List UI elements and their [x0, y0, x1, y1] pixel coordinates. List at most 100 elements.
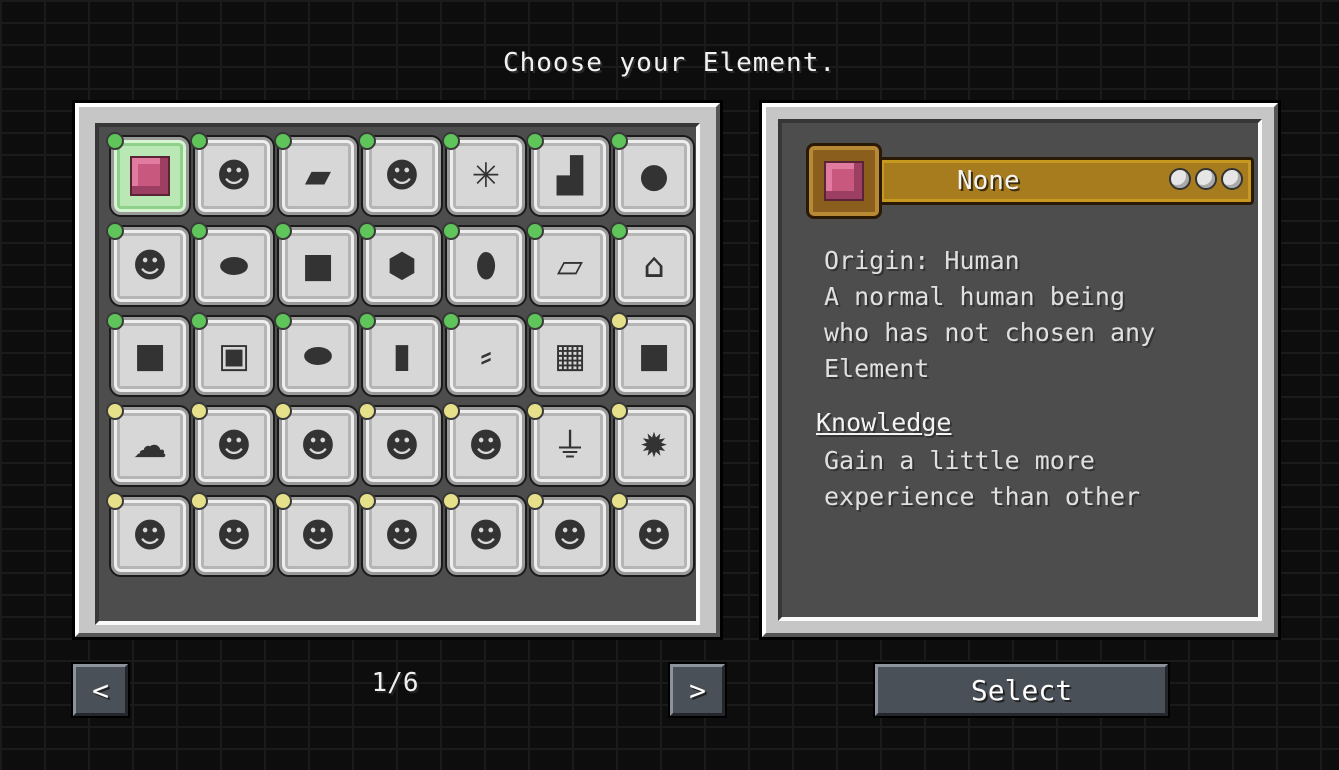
availability-dot-icon: [190, 132, 208, 150]
description-line: Element: [824, 354, 930, 383]
element-slot[interactable]: ⬮: [442, 222, 525, 305]
ice-block-icon: ■: [301, 246, 335, 286]
availability-dot-icon: [106, 492, 124, 510]
purple-book-icon: ▰: [304, 156, 332, 196]
element-slot[interactable]: ✹: [610, 402, 693, 485]
elf-woman-portrait-icon: ☻: [384, 516, 420, 556]
dark-altar-icon: ▟: [556, 156, 584, 196]
element-slot[interactable]: ☻: [190, 402, 273, 485]
availability-dot-icon: [190, 312, 208, 330]
purple-imp-portrait-icon: ☻: [216, 516, 252, 556]
element-info-inner: None Origin: Human A normal human being …: [778, 119, 1262, 621]
element-grid: ☻ ▰ ☻ ✳ ▟ ● ☻ ⬬ ■ ⬢ ⬮ ▱ ⌂ ■ ▣ ⬬ ▮ ⸗ ▦ ■ ☁ ☻ ☻ ☻ ☻ ⏚ ✹ ☻ ☻ ☻ ☻ ☻ ☻ ☻: [106, 132, 693, 575]
availability-dot-icon: [442, 492, 460, 510]
blonde-warrior-portrait-icon: ☻: [468, 426, 504, 466]
page-indicator: 1/6: [371, 668, 419, 698]
pale-ghoul-portrait-icon: ☻: [216, 426, 252, 466]
element-slot[interactable]: ☻: [274, 402, 357, 485]
element-slot[interactable]: ☻: [274, 492, 357, 575]
select-button[interactable]: Select: [875, 664, 1168, 716]
emerald-icon: ⬢: [387, 246, 417, 286]
element-slot[interactable]: ▰: [274, 132, 357, 215]
element-slot[interactable]: [106, 132, 189, 215]
element-slot[interactable]: ▣: [190, 312, 273, 395]
element-slot[interactable]: ☻: [358, 492, 441, 575]
availability-dot-icon: [274, 492, 292, 510]
fox-icon: ☻: [552, 516, 588, 556]
screen-title: Choose your Element.: [502, 48, 837, 78]
element-slot[interactable]: ☻: [610, 492, 693, 575]
white-yeti-portrait-icon: ☻: [132, 516, 168, 556]
element-slot[interactable]: ▟: [526, 132, 609, 215]
forest-druid-portrait-icon: ☻: [636, 516, 672, 556]
element-slot[interactable]: ☻: [190, 132, 273, 215]
element-slot[interactable]: ⌂: [610, 222, 693, 305]
availability-dot-icon: [610, 132, 628, 150]
element-slot[interactable]: ☁: [106, 402, 189, 485]
golden-boots-icon: ⏚: [553, 426, 587, 466]
availability-dot-icon: [190, 402, 208, 420]
next-page-button[interactable]: >: [670, 664, 725, 716]
description-line: A normal human being: [824, 282, 1126, 311]
availability-dot-icon: [526, 312, 544, 330]
element-slot[interactable]: ▱: [526, 222, 609, 305]
element-slot[interactable]: ▦: [526, 312, 609, 395]
frost-spirit-portrait-icon: ☻: [300, 516, 336, 556]
availability-dot-icon: [526, 132, 544, 150]
element-list-panel: ☻ ▰ ☻ ✳ ▟ ● ☻ ⬬ ■ ⬢ ⬮ ▱ ⌂ ■ ▣ ⬬ ▮ ⸗ ▦ ■ ☁ ☻ ☻ ☻ ☻ ⏚ ✹ ☻ ☻ ☻ ☻ ☻ ☻ ☻: [75, 103, 720, 637]
element-slot[interactable]: ☻: [190, 492, 273, 575]
element-slot[interactable]: ☻: [106, 492, 189, 575]
availability-dot-icon: [610, 402, 628, 420]
element-slot[interactable]: ■: [274, 222, 357, 305]
description-line: who has not chosen any: [824, 318, 1156, 347]
impact-circle-icon: [1221, 168, 1243, 190]
snow-block-icon: ■: [133, 336, 167, 376]
element-list-inner: ☻ ▰ ☻ ✳ ▟ ● ☻ ⬬ ■ ⬢ ⬮ ▱ ⌂ ■ ▣ ⬬ ▮ ⸗ ▦ ■ ☁ ☻ ☻ ☻ ☻ ⏚ ✹ ☻ ☻ ☻ ☻ ☻ ☻ ☻: [95, 123, 700, 625]
element-slot[interactable]: ⬢: [358, 222, 441, 305]
element-slot[interactable]: ☻: [358, 402, 441, 485]
availability-dot-icon: [358, 402, 376, 420]
description-line: Origin: Human: [824, 246, 1020, 275]
element-slot[interactable]: ■: [106, 312, 189, 395]
element-slot[interactable]: ⬬: [190, 222, 273, 305]
element-description: Origin: Human A normal human being who h…: [824, 243, 1155, 387]
impact-circle-icon: [1169, 168, 1191, 190]
pink-cube-icon: [824, 161, 864, 201]
availability-dot-icon: [190, 222, 208, 240]
green-slime-icon: ⬬: [219, 246, 249, 286]
element-slot[interactable]: ✳: [442, 132, 525, 215]
availability-dot-icon: [526, 402, 544, 420]
element-slot[interactable]: ⏚: [526, 402, 609, 485]
stone-block-icon: ■: [637, 336, 671, 376]
paper-scroll-icon: ▱: [556, 246, 584, 286]
knowledge-line: experience than other: [824, 482, 1141, 511]
element-header: None: [806, 143, 1254, 219]
element-slot[interactable]: ☻: [442, 492, 525, 575]
availability-dot-icon: [526, 492, 544, 510]
element-slot[interactable]: ☻: [358, 132, 441, 215]
knowledge-heading: Knowledge: [816, 408, 952, 437]
element-slot[interactable]: ☻: [442, 402, 525, 485]
availability-dot-icon: [274, 402, 292, 420]
availability-dot-icon: [358, 492, 376, 510]
previous-page-button[interactable]: <: [73, 664, 128, 716]
availability-dot-icon: [274, 132, 292, 150]
availability-dot-icon: [358, 312, 376, 330]
element-slot[interactable]: ☻: [526, 492, 609, 575]
availability-dot-icon: [106, 402, 124, 420]
element-name: None: [957, 166, 1020, 196]
availability-dot-icon: [274, 312, 292, 330]
availability-dot-icon: [106, 222, 124, 240]
element-slot[interactable]: ■: [610, 312, 693, 395]
element-slot[interactable]: ●: [610, 132, 693, 215]
knowledge-line: Gain a little more: [824, 446, 1095, 475]
goblin-portrait-icon: ☻: [132, 246, 168, 286]
element-slot[interactable]: ⸗: [442, 312, 525, 395]
element-slot[interactable]: ☻: [106, 222, 189, 305]
element-name-bar: None: [878, 157, 1254, 205]
werecat-portrait-icon: ☻: [384, 156, 420, 196]
element-slot[interactable]: ⬬: [274, 312, 357, 395]
element-slot[interactable]: ▮: [358, 312, 441, 395]
bearded-man-portrait-icon: ☻: [384, 426, 420, 466]
clay-pot-icon: ●: [639, 156, 669, 196]
